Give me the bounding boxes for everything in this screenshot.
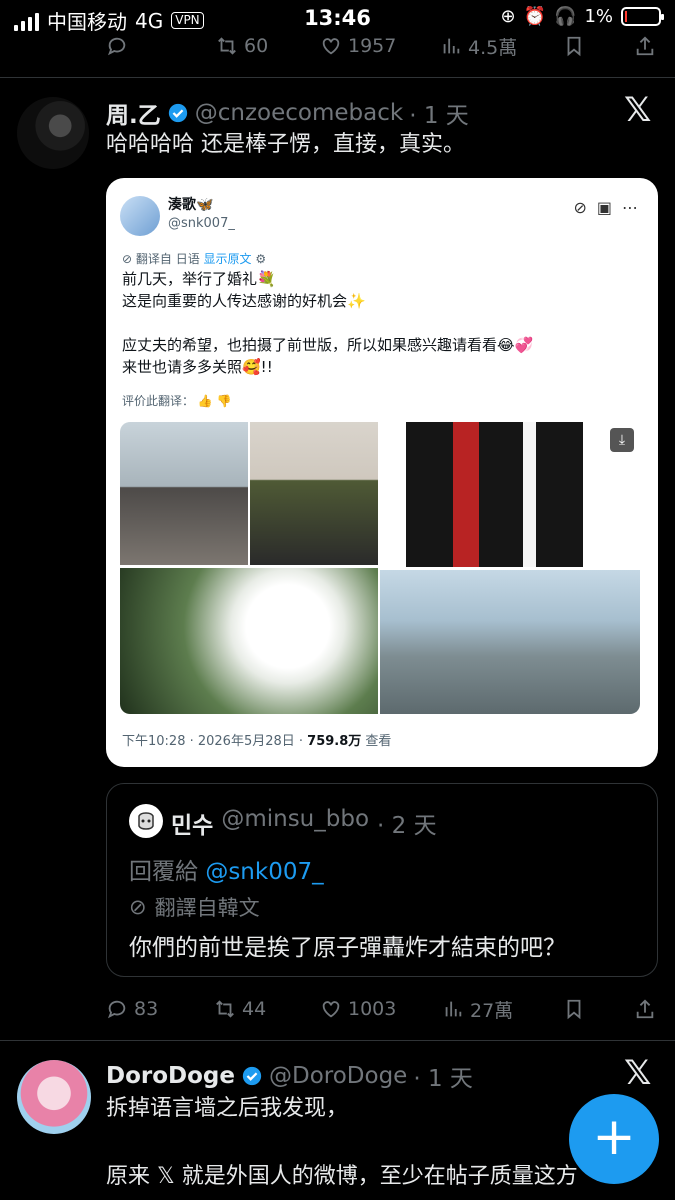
battery-icon [621, 7, 664, 26]
repost-button[interactable]: 60 [216, 35, 268, 57]
bookmark-button[interactable] [563, 35, 585, 57]
image-icon: ▣ [596, 198, 612, 217]
rotation-lock-icon: ⊕ [500, 6, 516, 27]
show-original-link: 显示原文 [203, 252, 252, 266]
battery-percent: 1% [584, 6, 613, 27]
repost-count: 44 [242, 998, 267, 1020]
tweet-text: 哈哈哈哈 还是棒子愣，直接，真实。 [106, 132, 465, 157]
embed-author-handle: @snk007_ [168, 216, 235, 231]
author-handle[interactable]: @cnzoecomeback [195, 100, 403, 126]
headphones-icon: 🎧 [554, 6, 577, 27]
embed-text: 前几天，举行了婚礼💐 这是向重要的人传达感谢的好机会✨ 应丈夫的希望，也拍摄了前… [122, 270, 534, 376]
verified-icon [242, 1066, 262, 1086]
compose-icon: + [592, 1107, 636, 1167]
post-time: · 1 天 [409, 103, 469, 129]
views-icon [445, 1001, 462, 1017]
reply-count: 83 [134, 998, 159, 1020]
download-icon: ⤓ [610, 428, 634, 452]
wedding-photo-2 [250, 422, 378, 565]
post-time: · 1 天 [413, 1066, 473, 1092]
translate-icon: ⊘ [122, 252, 133, 266]
verified-icon [168, 103, 187, 123]
views-count: 4.5萬 [468, 36, 518, 59]
share-icon [636, 999, 654, 1019]
thumbs-up-icon: 👍 [197, 394, 213, 408]
reply-icon [107, 1000, 126, 1019]
x-logo-icon: 𝕏 [624, 1053, 652, 1093]
gear-icon: ⚙ [255, 252, 267, 266]
reply-icon [107, 37, 126, 56]
like-count: 1957 [348, 35, 397, 57]
grok-icon: ⊘ [573, 198, 587, 217]
action-bar: 83 44 1003 27萬 [0, 996, 675, 1022]
repost-count: 60 [244, 35, 269, 57]
divider [0, 1040, 675, 1041]
quote-time: · 2 天 [377, 813, 437, 839]
avatar[interactable] [129, 804, 163, 838]
like-icon [322, 1001, 340, 1018]
repost-icon [216, 1000, 234, 1018]
embed-views-count: 759.8万 [307, 734, 362, 749]
flower-photo [120, 568, 378, 714]
wedding-photo-1 [120, 422, 248, 565]
repost-icon [218, 37, 236, 55]
thumbs-down-icon: 👎 [216, 394, 232, 408]
reply-button[interactable] [106, 35, 128, 57]
views-icon [443, 38, 460, 54]
x-logo-icon: 𝕏 [624, 90, 652, 130]
tweet-text: 拆掉语言墙之后我发现， [106, 1096, 349, 1121]
author-name[interactable]: 周.乙 [106, 96, 161, 130]
author-handle[interactable]: @DoroDoge [269, 1063, 407, 1089]
quote-author-name[interactable]: 민수 [171, 806, 213, 840]
like-icon [322, 38, 340, 55]
prev-action-bar: 60 1957 4.5萬 [0, 33, 675, 60]
compose-button[interactable]: + [569, 1094, 659, 1184]
tweet-text: 原来 𝕏 就是外国人的微博，至少在帖子质量这方 [106, 1164, 578, 1189]
like-button[interactable]: 1957 [320, 35, 396, 57]
author-name[interactable]: DoroDoge [106, 1063, 235, 1089]
like-count: 1003 [348, 998, 397, 1020]
translated-from: 翻译自 日语 [135, 252, 200, 266]
rate-translation-label: 评价此翻译： [122, 394, 195, 408]
quote-author-handle[interactable]: @minsu_bbo [221, 806, 369, 840]
embed-views-label: 查看 [361, 734, 392, 749]
avatar[interactable] [17, 97, 89, 169]
translate-icon: ⊘ [129, 895, 147, 919]
wedding-photo-3 [380, 422, 640, 567]
share-button[interactable] [634, 998, 656, 1020]
embed-author-name: 湊歌🦋 [168, 197, 214, 213]
reply-prefix: 回覆給 [129, 859, 206, 885]
embed-timestamp: 下午10:28 · 2026年5月28日 · [122, 734, 308, 749]
more-icon: ⋯ [622, 198, 638, 217]
photo-grid: ⤓ [120, 422, 640, 714]
reply-button[interactable]: 83 [106, 998, 158, 1020]
views-button[interactable]: 4.5萬 [440, 33, 517, 60]
seaside-photo [380, 570, 640, 714]
views-count: 27萬 [470, 999, 514, 1022]
alarm-icon: ⏰ [523, 6, 547, 27]
divider [0, 77, 675, 78]
share-icon [636, 36, 654, 56]
embedded-screenshot[interactable]: 湊歌🦋 @snk007_ ⊘ ▣ ⋯ ⊘ 翻译自 日语 显示原文 ⚙ 前几天，举… [106, 178, 658, 767]
avatar [120, 196, 160, 236]
bookmark-button[interactable] [563, 998, 585, 1020]
quote-text: 你們的前世是挨了原子彈轟炸才結束的吧？ [129, 935, 566, 961]
translated-label[interactable]: 翻譯自韓文 [155, 892, 260, 922]
bookmark-icon [567, 999, 581, 1020]
bookmark-icon [567, 36, 581, 57]
quoted-tweet[interactable]: 민수 @minsu_bbo · 2 天 回覆給 @snk007_ ⊘ 翻譯自韓文… [106, 783, 658, 977]
views-button[interactable]: 27萬 [442, 996, 513, 1023]
reply-mention-link[interactable]: @snk007_ [205, 859, 323, 885]
repost-button[interactable]: 44 [214, 998, 266, 1020]
avatar[interactable] [17, 1060, 91, 1134]
like-button[interactable]: 1003 [320, 998, 396, 1020]
share-button[interactable] [634, 35, 656, 57]
